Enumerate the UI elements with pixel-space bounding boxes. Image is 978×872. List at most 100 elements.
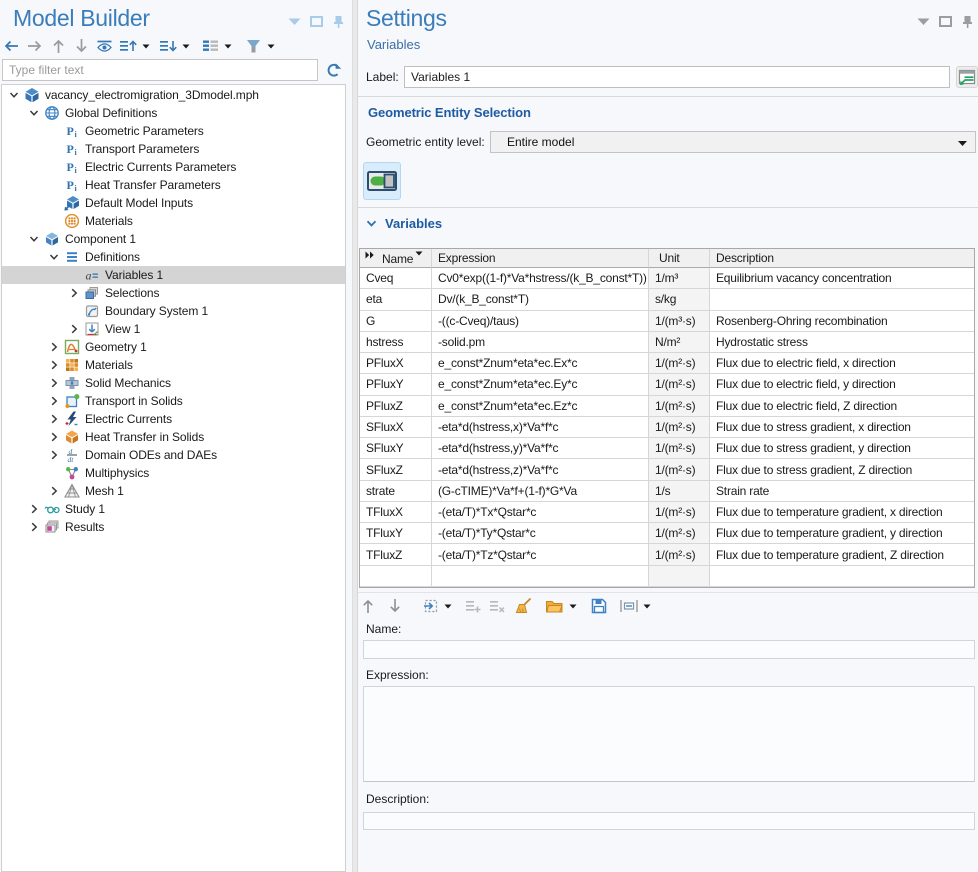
table-cell-description-pfluxy[interactable]: Flux due to electric field, y direction (710, 374, 974, 395)
table-cell-name-tfluxz[interactable]: TFluxZ (360, 544, 432, 565)
chevron-collapsed-icon[interactable] (46, 356, 62, 374)
table-cell-unit-sfluxz[interactable]: 1/(m²·s) (649, 459, 710, 480)
table-cell-name-sfluxz[interactable]: SFluxZ (360, 459, 432, 480)
float-window-icon[interactable] (938, 15, 952, 27)
table-cell-description-strate[interactable]: Strain rate (710, 481, 974, 502)
table-cell-unit-g[interactable]: 1/(m³·s) (649, 311, 710, 332)
table-width-button[interactable] (619, 596, 651, 616)
table-cell-expression-tfluxx[interactable]: -(eta/T)*Tx*Qstar*c (432, 502, 649, 523)
load-from-file-button[interactable] (545, 596, 577, 616)
filter-input[interactable] (2, 59, 318, 81)
tree-node-component-1[interactable]: Component 1 (2, 230, 345, 248)
tree-node-transport-in-solids[interactable]: Transport in Solids (2, 392, 345, 410)
chevron-collapsed-icon[interactable] (66, 320, 82, 338)
tree-node-transport-parameters[interactable]: PiTransport Parameters (2, 140, 345, 158)
goto-source-button[interactable] (956, 66, 978, 88)
add-button[interactable] (464, 596, 482, 616)
move-up-button[interactable] (359, 596, 377, 616)
chevron-collapsed-icon[interactable] (46, 410, 62, 428)
forward-button[interactable] (25, 36, 44, 56)
column-header-expression[interactable]: Expression (432, 249, 649, 268)
variables-section-header[interactable]: Variables (366, 213, 442, 233)
geometric-entity-level-select[interactable]: Entire model (490, 131, 976, 153)
back-button[interactable] (2, 36, 21, 56)
table-cell-name-tfluxy[interactable]: TFluxY (360, 523, 432, 544)
table-cell-description-eta[interactable] (710, 289, 974, 310)
chevron-collapsed-icon[interactable] (26, 518, 42, 536)
table-cell-unit-sfluxx[interactable]: 1/(m²·s) (649, 417, 710, 438)
table-cell-unit-tfluxx[interactable]: 1/(m²·s) (649, 502, 710, 523)
table-cell-name-pfluxx[interactable]: PFluxX (360, 353, 432, 374)
table-cell-unit-pfluxx[interactable]: 1/(m²·s) (649, 353, 710, 374)
table-cell-description-pfluxz[interactable]: Flux due to electric field, Z direction (710, 396, 974, 417)
table-cell-expression-hstress[interactable]: -solid.pm (432, 332, 649, 353)
tree-node-definitions[interactable]: Definitions (2, 248, 345, 266)
table-cell-expression-cveq[interactable]: Cv0*exp((1-f)*Va*hstress/(k_B_const*T)) (432, 268, 649, 289)
table-cell-description-sfluxz[interactable]: Flux due to stress gradient, Z direction (710, 459, 974, 480)
table-cell-description-tfluxx[interactable]: Flux due to temperature gradient, x dire… (710, 502, 974, 523)
table-cell-unit-hstress[interactable]: N/m² (649, 332, 710, 353)
chevron-collapsed-icon[interactable] (66, 284, 82, 302)
expand-button[interactable] (119, 36, 150, 56)
tree-node-electric-currents-parameters[interactable]: PiElectric Currents Parameters (2, 158, 345, 176)
active-selection-toggle-button[interactable] (363, 162, 401, 200)
tree-node-geometry-1[interactable]: Geometry 1 (2, 338, 345, 356)
move-down-button[interactable] (72, 36, 91, 56)
table-cell-expression-strate[interactable]: (G-cTIME)*Va*f+(1-f)*G*Va (432, 481, 649, 502)
column-header-name[interactable]: Name (360, 249, 432, 268)
tree-node-domain-odes-and-daes[interactable]: ddtDomain ODEs and DAEs (2, 446, 345, 464)
tree-node-boundary-system-1[interactable]: Boundary System 1 (2, 302, 345, 320)
chevron-collapsed-icon[interactable] (46, 482, 62, 500)
save-to-file-button[interactable] (590, 596, 608, 616)
tree-node-heat-transfer-parameters[interactable]: PiHeat Transfer Parameters (2, 176, 345, 194)
chevron-collapsed-icon[interactable] (46, 374, 62, 392)
table-cell-name-pfluxz[interactable]: PFluxZ (360, 396, 432, 417)
tree-node-study-1[interactable]: Study 1 (2, 500, 345, 518)
table-cell-unit-tfluxy[interactable]: 1/(m²·s) (649, 523, 710, 544)
table-cell-description-cveq[interactable]: Equilibrium vacancy concentration (710, 268, 974, 289)
tree-node-materials[interactable]: Materials (2, 212, 345, 230)
table-cell-description-g[interactable]: Rosenberg-Ohring recombination (710, 311, 974, 332)
table-cell-unit-pfluxy[interactable]: 1/(m²·s) (649, 374, 710, 395)
table-cell-expression-empty[interactable] (432, 566, 649, 587)
table-cell-name-empty[interactable] (360, 566, 432, 587)
table-cell-name-pfluxy[interactable]: PFluxY (360, 374, 432, 395)
tree-node-global-definitions[interactable]: Global Definitions (2, 104, 345, 122)
table-cell-expression-tfluxz[interactable]: -(eta/T)*Tz*Qstar*c (432, 544, 649, 565)
table-cell-description-sfluxx[interactable]: Flux due to stress gradient, x direction (710, 417, 974, 438)
tree-node-geometric-parameters[interactable]: PiGeometric Parameters (2, 122, 345, 140)
description-input[interactable] (363, 812, 975, 830)
table-cell-name-hstress[interactable]: hstress (360, 332, 432, 353)
tree-node-mesh-1[interactable]: Mesh 1 (2, 482, 345, 500)
table-cell-description-sfluxy[interactable]: Flux due to stress gradient, y direction (710, 438, 974, 459)
table-cell-unit-sfluxy[interactable]: 1/(m²·s) (649, 438, 710, 459)
header-sort-caret-icon[interactable] (415, 251, 423, 256)
refresh-button[interactable] (322, 59, 346, 81)
tree-node-selections[interactable]: Selections (2, 284, 345, 302)
table-cell-expression-pfluxx[interactable]: e_const*Znum*eta*ec.Ex*c (432, 353, 649, 374)
table-cell-name-sfluxx[interactable]: SFluxX (360, 417, 432, 438)
clear-table-button[interactable] (515, 596, 533, 616)
expression-textarea[interactable] (363, 686, 975, 782)
chevron-expanded-icon[interactable] (26, 230, 42, 248)
header-expand-icon[interactable] (365, 251, 375, 259)
table-cell-description-tfluxz[interactable]: Flux due to temperature gradient, Z dire… (710, 544, 974, 565)
label-input[interactable] (404, 66, 950, 88)
tree-node-solid-mechanics[interactable]: Solid Mechanics (2, 374, 345, 392)
table-cell-unit-pfluxz[interactable]: 1/(m²·s) (649, 396, 710, 417)
table-cell-description-tfluxy[interactable]: Flux due to temperature gradient, y dire… (710, 523, 974, 544)
float-window-icon[interactable] (309, 15, 323, 27)
table-cell-expression-tfluxy[interactable]: -(eta/T)*Ty*Qstar*c (432, 523, 649, 544)
collapse-button[interactable] (159, 36, 190, 56)
chevron-collapsed-icon[interactable] (46, 392, 62, 410)
tree-node-heat-transfer-in-solids[interactable]: Heat Transfer in Solids (2, 428, 345, 446)
chevron-collapsed-icon[interactable] (26, 500, 42, 518)
panel-menu-icon[interactable] (287, 15, 301, 27)
pin-icon[interactable] (331, 15, 345, 27)
chevron-collapsed-icon[interactable] (46, 338, 62, 356)
chevron-collapsed-icon[interactable] (46, 428, 62, 446)
chevron-expanded-icon[interactable] (6, 86, 22, 104)
table-cell-expression-sfluxz[interactable]: -eta*d(hstress,z)*Va*f*c (432, 459, 649, 480)
chevron-expanded-icon[interactable] (26, 104, 42, 122)
move-down-button[interactable] (386, 596, 404, 616)
